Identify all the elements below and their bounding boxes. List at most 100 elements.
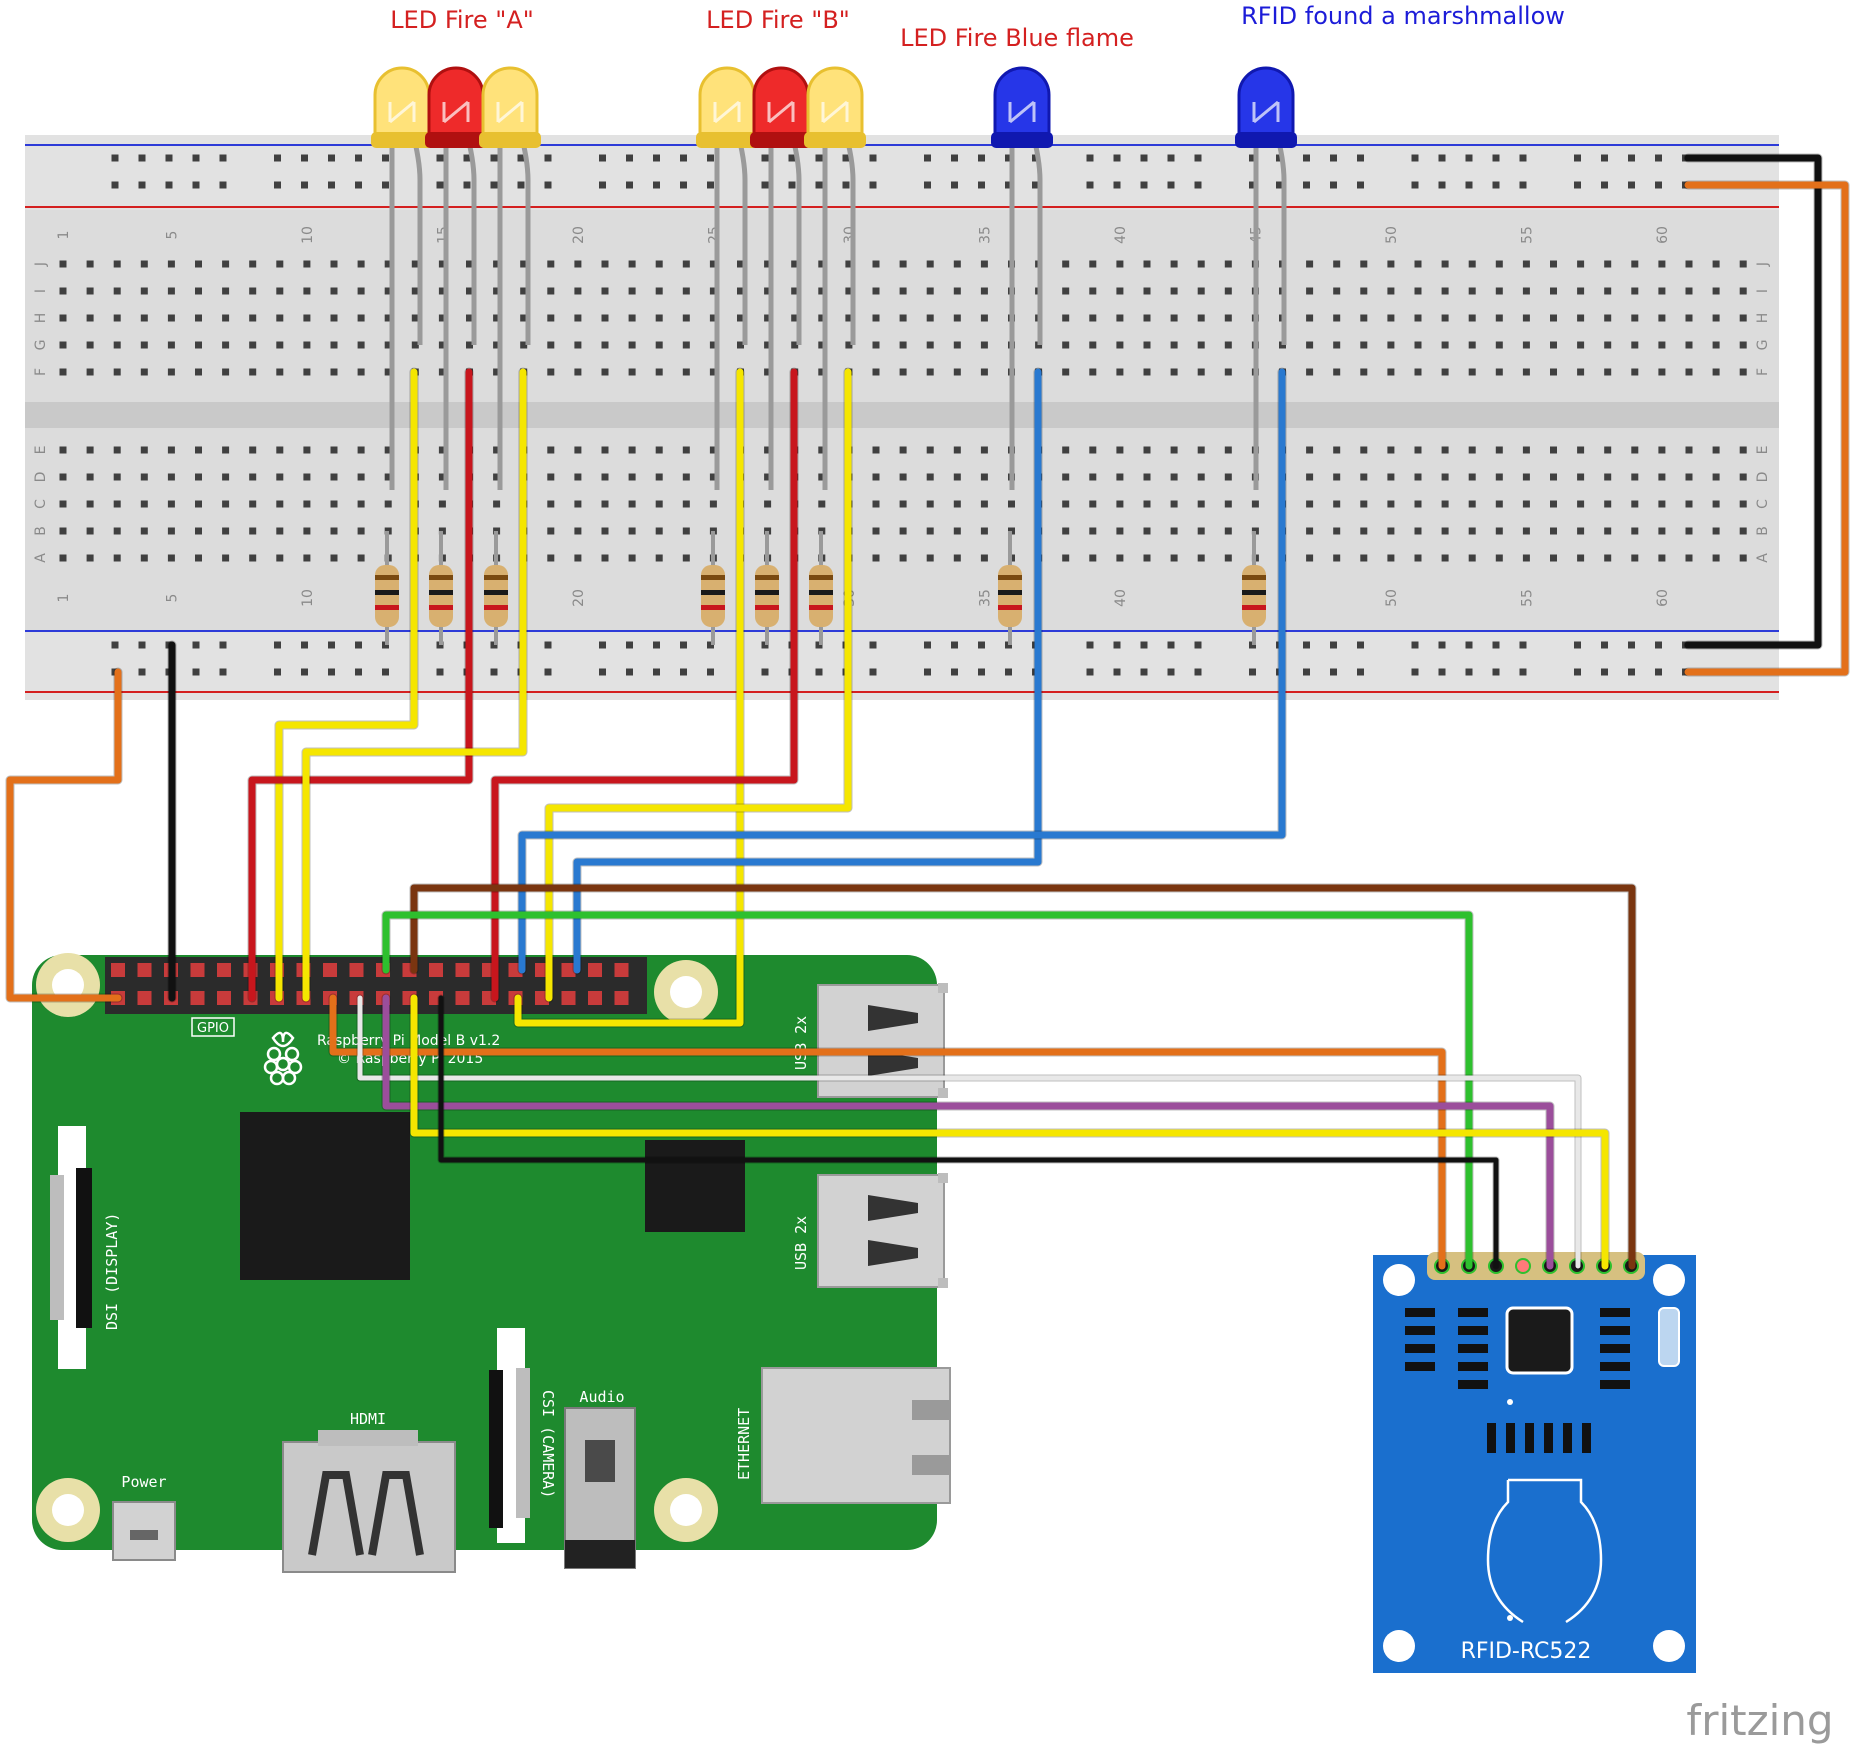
breadboard-hole	[1306, 500, 1314, 508]
breadboard-hole	[303, 500, 311, 508]
breadboard-hole	[330, 527, 338, 535]
rfid-chip	[1505, 1306, 1574, 1375]
breadboard-hole	[682, 527, 690, 535]
breadboard-hole	[1224, 473, 1232, 481]
breadboard-hole	[547, 368, 555, 376]
breadboard-hole	[1604, 287, 1612, 295]
breadboard-hole	[926, 260, 934, 268]
breadboard-hole	[1333, 368, 1341, 376]
breadboard-hole	[980, 314, 988, 322]
breadboard-row-letter: A	[1755, 553, 1771, 563]
rail-hole	[815, 154, 823, 162]
rfid-dot-bottom	[1507, 1615, 1513, 1621]
resistor-7-band-1	[998, 575, 1022, 580]
resistor-8	[1242, 565, 1266, 627]
rail-hole	[1357, 641, 1364, 649]
breadboard-hole	[899, 527, 907, 535]
rail-hole	[653, 668, 660, 676]
breadboard-hole	[1441, 554, 1449, 562]
breadboard-hole	[1441, 341, 1449, 349]
rail-hole	[1086, 641, 1094, 649]
breadboard-hole	[953, 554, 961, 562]
breadboard-hole	[1170, 527, 1178, 535]
breadboard-hole	[222, 527, 230, 535]
wire-orange-5v-outline	[5, 667, 123, 1003]
breadboard-hole	[1685, 341, 1693, 349]
breadboard-hole	[140, 527, 148, 535]
breadboard-hole	[357, 341, 365, 349]
breadboard-column-number: 40	[1113, 226, 1129, 244]
rail-hole	[626, 641, 633, 649]
resistor-6-band-3	[809, 605, 833, 610]
breadboard-hole	[601, 554, 609, 562]
gpio-pin	[588, 963, 602, 977]
rail-hole	[490, 181, 498, 189]
breadboard-hole	[86, 527, 94, 535]
breadboard-hole	[1360, 473, 1368, 481]
rfid-smd-array	[1582, 1423, 1591, 1453]
led-yellow-a2-rim	[479, 132, 541, 148]
breadboard-hole	[574, 314, 582, 322]
breadboard-hole	[167, 260, 175, 268]
rail-hole	[869, 181, 877, 189]
rail-hole	[599, 154, 606, 162]
breadboard-column-number: 10	[300, 589, 316, 607]
resistor-7-band-2	[998, 590, 1022, 595]
breadboard-hole	[140, 554, 148, 562]
rail-hole	[1303, 154, 1310, 162]
rail-hole	[707, 154, 714, 162]
breadboard-hole	[628, 341, 636, 349]
breadboard-hole	[195, 500, 202, 508]
resistor-2-band-3	[429, 605, 453, 610]
rail-hole	[707, 181, 714, 189]
pi-mount-hole-tr-inner	[670, 976, 702, 1008]
breadboard-column-number: 5	[164, 231, 180, 240]
breadboard-hole	[330, 368, 338, 376]
rfid-smd-array	[1563, 1423, 1572, 1453]
breadboard-hole	[655, 500, 663, 508]
rfid-header	[1427, 1252, 1645, 1280]
breadboard-hole	[1522, 341, 1530, 349]
breadboard-hole	[140, 500, 148, 508]
breadboard-hole	[574, 473, 582, 481]
breadboard-hole	[1306, 260, 1314, 268]
breadboard-hole	[1658, 527, 1666, 535]
rail-hole	[219, 668, 227, 676]
breadboard-hole	[303, 287, 311, 295]
rail-hole	[1601, 641, 1608, 649]
gpio-pin	[429, 963, 443, 977]
rail-hole	[680, 154, 687, 162]
breadboard-column-number: 60	[1655, 589, 1671, 607]
breadboard-hole	[1333, 554, 1341, 562]
breadboard-hole	[682, 314, 690, 322]
breadboard-hole	[1170, 368, 1178, 376]
breadboard-hole	[276, 341, 284, 349]
breadboard-hole	[682, 287, 690, 295]
rail-hole	[626, 181, 633, 189]
breadboard-hole	[1333, 287, 1341, 295]
rail-hole	[1492, 181, 1500, 189]
breadboard-hole	[1116, 314, 1124, 322]
breadboard-hole	[1550, 473, 1557, 481]
breadboard-hole	[1631, 473, 1639, 481]
rail-hole	[1574, 154, 1581, 162]
gpio-pin	[349, 963, 364, 977]
led-yellow-b1	[698, 66, 756, 142]
breadboard-hole	[249, 500, 257, 508]
rfid-dot-top	[1507, 1399, 1513, 1405]
led-yellow-a1	[373, 66, 431, 142]
breadboard-hole	[872, 554, 880, 562]
breadboard-hole	[601, 527, 609, 535]
breadboard-hole	[1550, 287, 1557, 295]
breadboard-hole	[1197, 341, 1205, 349]
breadboard-hole	[1387, 287, 1395, 295]
breadboard-hole	[1550, 500, 1557, 508]
breadboard-hole	[1062, 473, 1070, 481]
breadboard-hole	[682, 473, 690, 481]
breadboard-hole	[113, 260, 121, 268]
rail-hole	[1330, 641, 1337, 649]
rail-hole	[1628, 181, 1635, 189]
breadboard-hole	[1116, 554, 1124, 562]
pi-mount-hole-bl-inner	[52, 1494, 84, 1526]
breadboard-hole	[1495, 527, 1503, 535]
